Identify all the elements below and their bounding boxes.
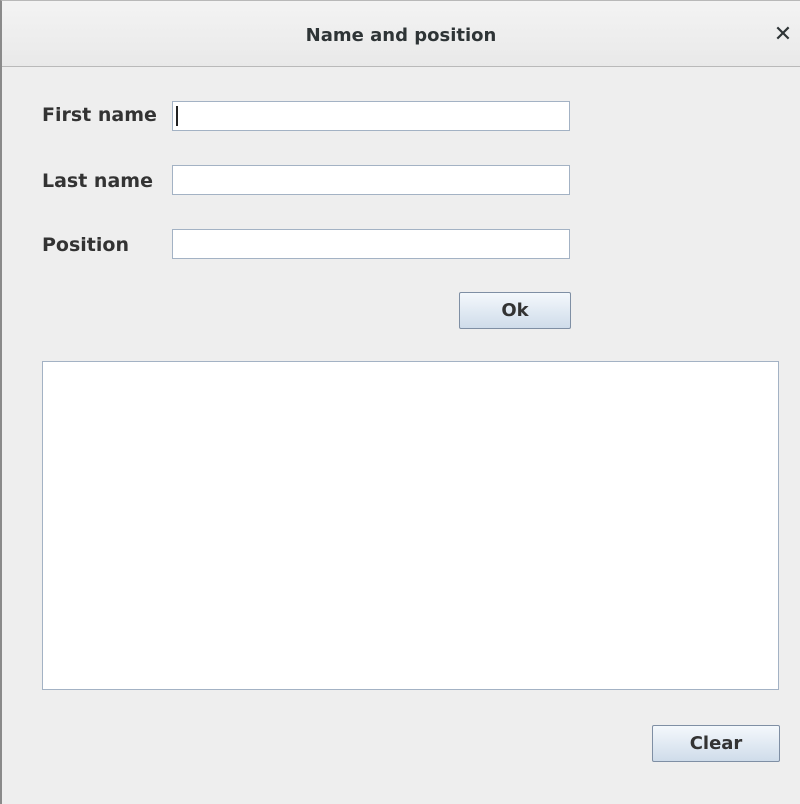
output-text-area[interactable]	[42, 361, 779, 690]
first-name-label: First name	[42, 104, 157, 126]
dialog-window: Name and position ✕ First name Last name…	[0, 0, 800, 804]
close-icon[interactable]: ✕	[770, 22, 796, 48]
window-title: Name and position	[305, 25, 497, 46]
title-bar: Name and position ✕	[2, 1, 800, 67]
ok-button[interactable]: Ok	[459, 292, 571, 329]
position-field[interactable]	[172, 229, 570, 259]
first-name-field[interactable]	[172, 101, 570, 131]
text-caret	[176, 106, 178, 126]
last-name-field[interactable]	[172, 165, 570, 195]
clear-button[interactable]: Clear	[652, 725, 780, 762]
position-label: Position	[42, 234, 129, 256]
last-name-label: Last name	[42, 170, 153, 192]
